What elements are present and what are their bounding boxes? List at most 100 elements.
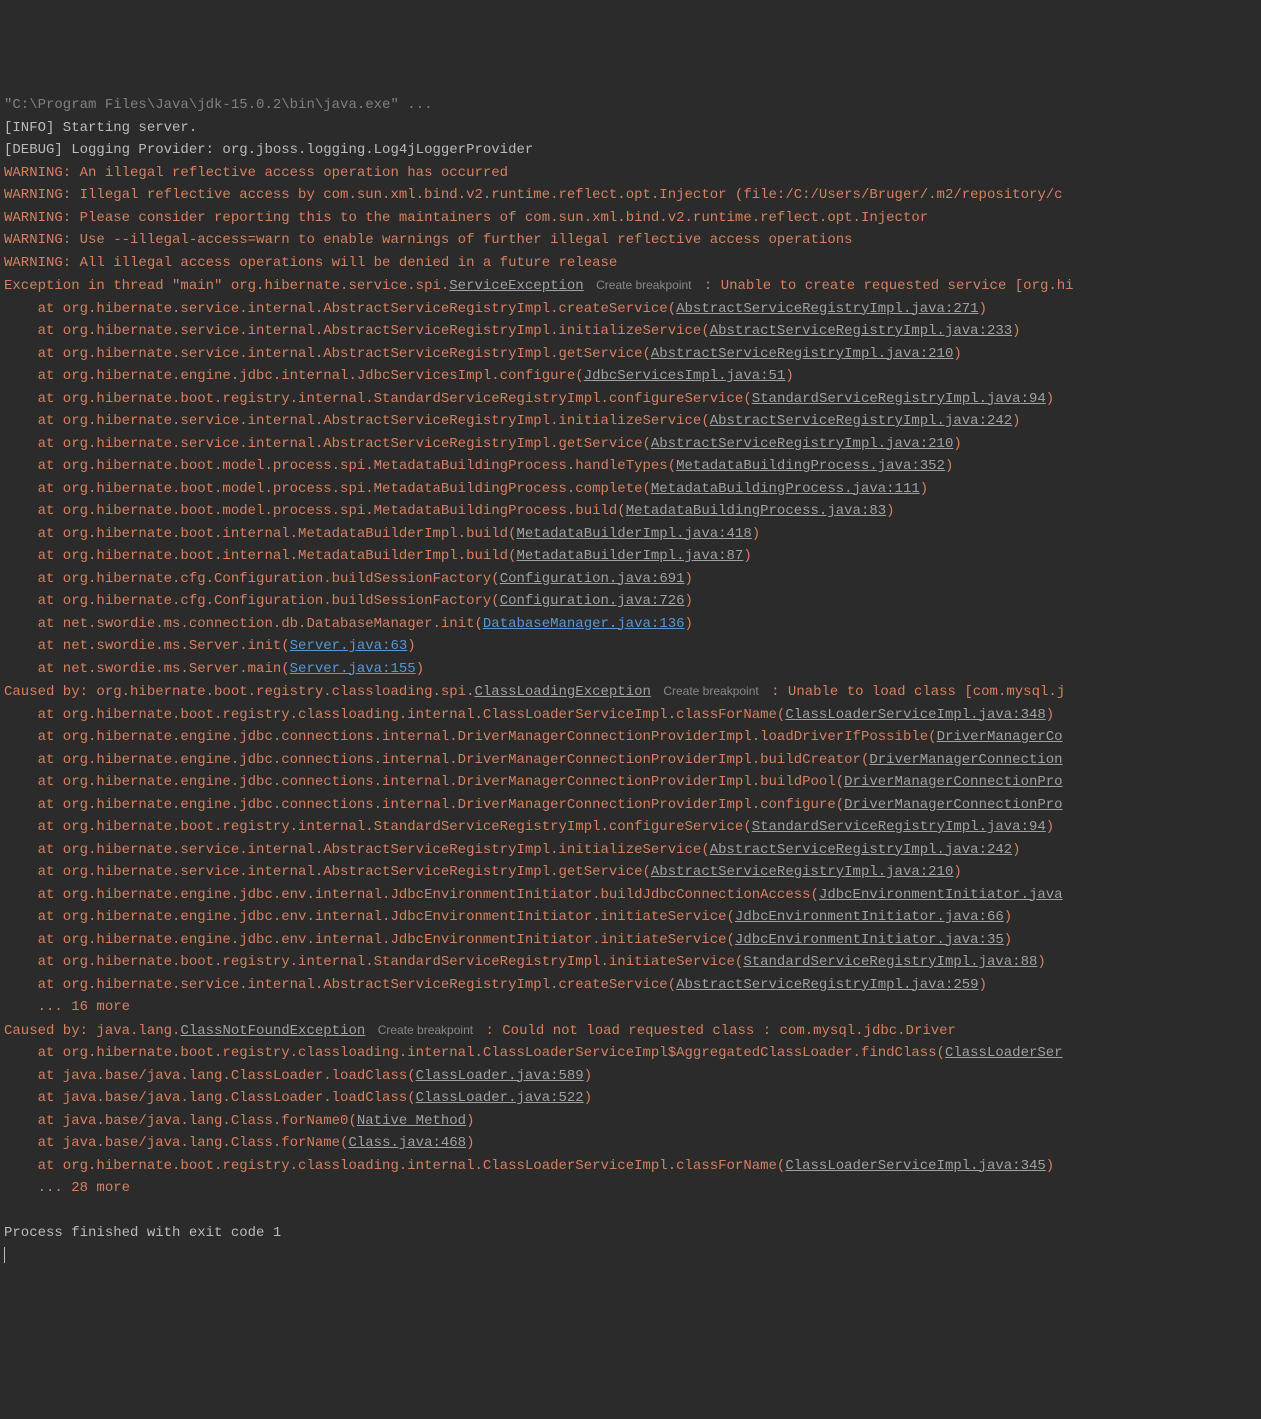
source-link[interactable]: AbstractServiceRegistryImpl.java:210 xyxy=(651,864,953,880)
source-link[interactable]: AbstractServiceRegistryImpl.java:259 xyxy=(676,977,978,993)
source-link[interactable]: MetadataBuildingProcess.java:352 xyxy=(676,458,945,474)
source-link[interactable]: DriverManagerCo xyxy=(937,729,1063,745)
source-link[interactable]: MetadataBuildingProcess.java:83 xyxy=(626,503,886,519)
console-text: ) xyxy=(466,1113,474,1129)
source-link[interactable]: AbstractServiceRegistryImpl.java:271 xyxy=(676,301,978,317)
source-link[interactable]: Configuration.java:726 xyxy=(500,593,685,609)
console-text: ) xyxy=(407,638,415,654)
console-line: Process finished with exit code 1 xyxy=(4,1222,1257,1245)
console-text: at org.hibernate.engine.jdbc.connections… xyxy=(4,774,844,790)
source-link[interactable]: JdbcEnvironmentInitiator.java:35 xyxy=(735,932,1004,948)
source-link[interactable]: ClassLoader.java:589 xyxy=(416,1068,584,1084)
source-link[interactable]: AbstractServiceRegistryImpl.java:242 xyxy=(710,413,1012,429)
console-text: ) xyxy=(752,526,760,542)
console-line: "C:\Program Files\Java\jdk-15.0.2\bin\ja… xyxy=(4,94,1257,117)
console-text: ) xyxy=(685,571,693,587)
console-line: at org.hibernate.service.internal.Abstra… xyxy=(4,433,1257,456)
console-line: at org.hibernate.service.internal.Abstra… xyxy=(4,410,1257,433)
console-text: [INFO] Starting server. xyxy=(4,120,197,136)
source-link[interactable]: ClassNotFoundException xyxy=(180,1023,365,1039)
console-text xyxy=(4,1203,12,1219)
source-link[interactable]: DriverManagerConnection xyxy=(869,752,1062,768)
console-line: Exception in thread "main" org.hibernate… xyxy=(4,274,1257,298)
console-line: at org.hibernate.engine.jdbc.internal.Jd… xyxy=(4,365,1257,388)
source-link[interactable]: MetadataBuilderImpl.java:418 xyxy=(516,526,751,542)
console-text: at java.base/java.lang.Class.forName0( xyxy=(4,1113,357,1129)
console-text: at org.hibernate.engine.jdbc.env.interna… xyxy=(4,887,819,903)
console-line: at java.base/java.lang.ClassLoader.loadC… xyxy=(4,1087,1257,1110)
console-line: at org.hibernate.engine.jdbc.connections… xyxy=(4,749,1257,772)
console-text: Caused by: java.lang. xyxy=(4,1023,180,1039)
source-link[interactable]: StandardServiceRegistryImpl.java:88 xyxy=(743,954,1037,970)
console-text: WARNING: An illegal reflective access op… xyxy=(4,165,508,181)
source-link[interactable]: DriverManagerConnectionPro xyxy=(844,774,1062,790)
console-text: at org.hibernate.service.internal.Abstra… xyxy=(4,323,710,339)
source-link[interactable]: Class.java:468 xyxy=(348,1135,466,1151)
console-line: at org.hibernate.service.internal.Abstra… xyxy=(4,861,1257,884)
source-link[interactable]: JdbcEnvironmentInitiator.java:66 xyxy=(735,909,1004,925)
console-line: at org.hibernate.cfg.Configuration.build… xyxy=(4,590,1257,613)
source-link[interactable]: MetadataBuilderImpl.java:87 xyxy=(516,548,743,564)
source-link[interactable]: Server.java:63 xyxy=(290,638,408,654)
console-line: at org.hibernate.boot.registry.classload… xyxy=(4,1155,1257,1178)
console-text: at org.hibernate.engine.jdbc.internal.Jd… xyxy=(4,368,584,384)
source-link[interactable]: ClassLoaderServiceImpl.java:348 xyxy=(785,707,1045,723)
console-text: ) xyxy=(1012,842,1020,858)
console-text: ) xyxy=(1046,707,1054,723)
source-link[interactable]: ServiceException xyxy=(449,278,583,294)
console-text: ... 28 more xyxy=(4,1180,130,1196)
console-output[interactable]: "C:\Program Files\Java\jdk-15.0.2\bin\ja… xyxy=(4,94,1257,1267)
create-breakpoint-button[interactable]: Create breakpoint xyxy=(592,277,695,293)
console-line: at org.hibernate.engine.jdbc.env.interna… xyxy=(4,884,1257,907)
console-text: "C:\Program Files\Java\jdk-15.0.2\bin\ja… xyxy=(4,97,432,113)
source-link[interactable]: StandardServiceRegistryImpl.java:94 xyxy=(752,819,1046,835)
console-text: ) xyxy=(920,481,928,497)
console-text: at org.hibernate.engine.jdbc.connections… xyxy=(4,729,937,745)
console-text: ... 16 more xyxy=(4,999,130,1015)
console-text: WARNING: Please consider reporting this … xyxy=(4,210,928,226)
console-line: WARNING: Illegal reflective access by co… xyxy=(4,184,1257,207)
console-text: at org.hibernate.engine.jdbc.env.interna… xyxy=(4,909,735,925)
console-line: WARNING: Use --illegal-access=warn to en… xyxy=(4,229,1257,252)
console-text: at java.base/java.lang.ClassLoader.loadC… xyxy=(4,1068,416,1084)
console-line: at org.hibernate.boot.internal.MetadataB… xyxy=(4,545,1257,568)
source-link[interactable]: MetadataBuildingProcess.java:111 xyxy=(651,481,920,497)
console-text: WARNING: Use --illegal-access=warn to en… xyxy=(4,232,853,248)
source-link[interactable]: ClassLoader.java:522 xyxy=(416,1090,584,1106)
console-line: at org.hibernate.boot.model.process.spi.… xyxy=(4,500,1257,523)
console-line: at org.hibernate.boot.internal.MetadataB… xyxy=(4,523,1257,546)
console-text: ) xyxy=(1004,909,1012,925)
console-text: ) xyxy=(1046,819,1054,835)
console-line: at org.hibernate.service.internal.Abstra… xyxy=(4,320,1257,343)
source-link[interactable]: DriverManagerConnectionPro xyxy=(844,797,1062,813)
source-link[interactable]: AbstractServiceRegistryImpl.java:242 xyxy=(710,842,1012,858)
console-text: at org.hibernate.boot.model.process.spi.… xyxy=(4,458,676,474)
console-line: at java.base/java.lang.Class.forName0(Na… xyxy=(4,1110,1257,1133)
console-line: [INFO] Starting server. xyxy=(4,117,1257,140)
console-line: WARNING: All illegal access operations w… xyxy=(4,252,1257,275)
console-text: at org.hibernate.service.internal.Abstra… xyxy=(4,346,651,362)
source-link[interactable]: AbstractServiceRegistryImpl.java:233 xyxy=(710,323,1012,339)
console-line: at org.hibernate.boot.model.process.spi.… xyxy=(4,478,1257,501)
source-link[interactable]: ClassLoadingException xyxy=(474,684,650,700)
source-link[interactable]: AbstractServiceRegistryImpl.java:210 xyxy=(651,436,953,452)
create-breakpoint-button[interactable]: Create breakpoint xyxy=(374,1022,477,1038)
source-link[interactable]: StandardServiceRegistryImpl.java:94 xyxy=(752,391,1046,407)
source-link[interactable]: ClassLoaderServiceImpl.java:345 xyxy=(785,1158,1045,1174)
console-text: at org.hibernate.boot.model.process.spi.… xyxy=(4,503,626,519)
source-link[interactable]: ClassLoaderSer xyxy=(945,1045,1063,1061)
console-text: ) xyxy=(945,458,953,474)
console-text: WARNING: Illegal reflective access by co… xyxy=(4,187,1063,203)
console-text: at org.hibernate.boot.internal.MetadataB… xyxy=(4,548,516,564)
source-link[interactable]: Native Method xyxy=(357,1113,466,1129)
create-breakpoint-button[interactable]: Create breakpoint xyxy=(659,683,762,699)
source-link[interactable]: AbstractServiceRegistryImpl.java:210 xyxy=(651,346,953,362)
console-text: at org.hibernate.boot.registry.classload… xyxy=(4,1045,945,1061)
source-link[interactable]: DatabaseManager.java:136 xyxy=(483,616,685,632)
console-text: ) xyxy=(886,503,894,519)
source-link[interactable]: JdbcServicesImpl.java:51 xyxy=(584,368,786,384)
source-link[interactable]: Configuration.java:691 xyxy=(500,571,685,587)
source-link[interactable]: Server.java:155 xyxy=(290,661,416,677)
console-line: at org.hibernate.engine.jdbc.connections… xyxy=(4,726,1257,749)
source-link[interactable]: JdbcEnvironmentInitiator.java xyxy=(819,887,1063,903)
